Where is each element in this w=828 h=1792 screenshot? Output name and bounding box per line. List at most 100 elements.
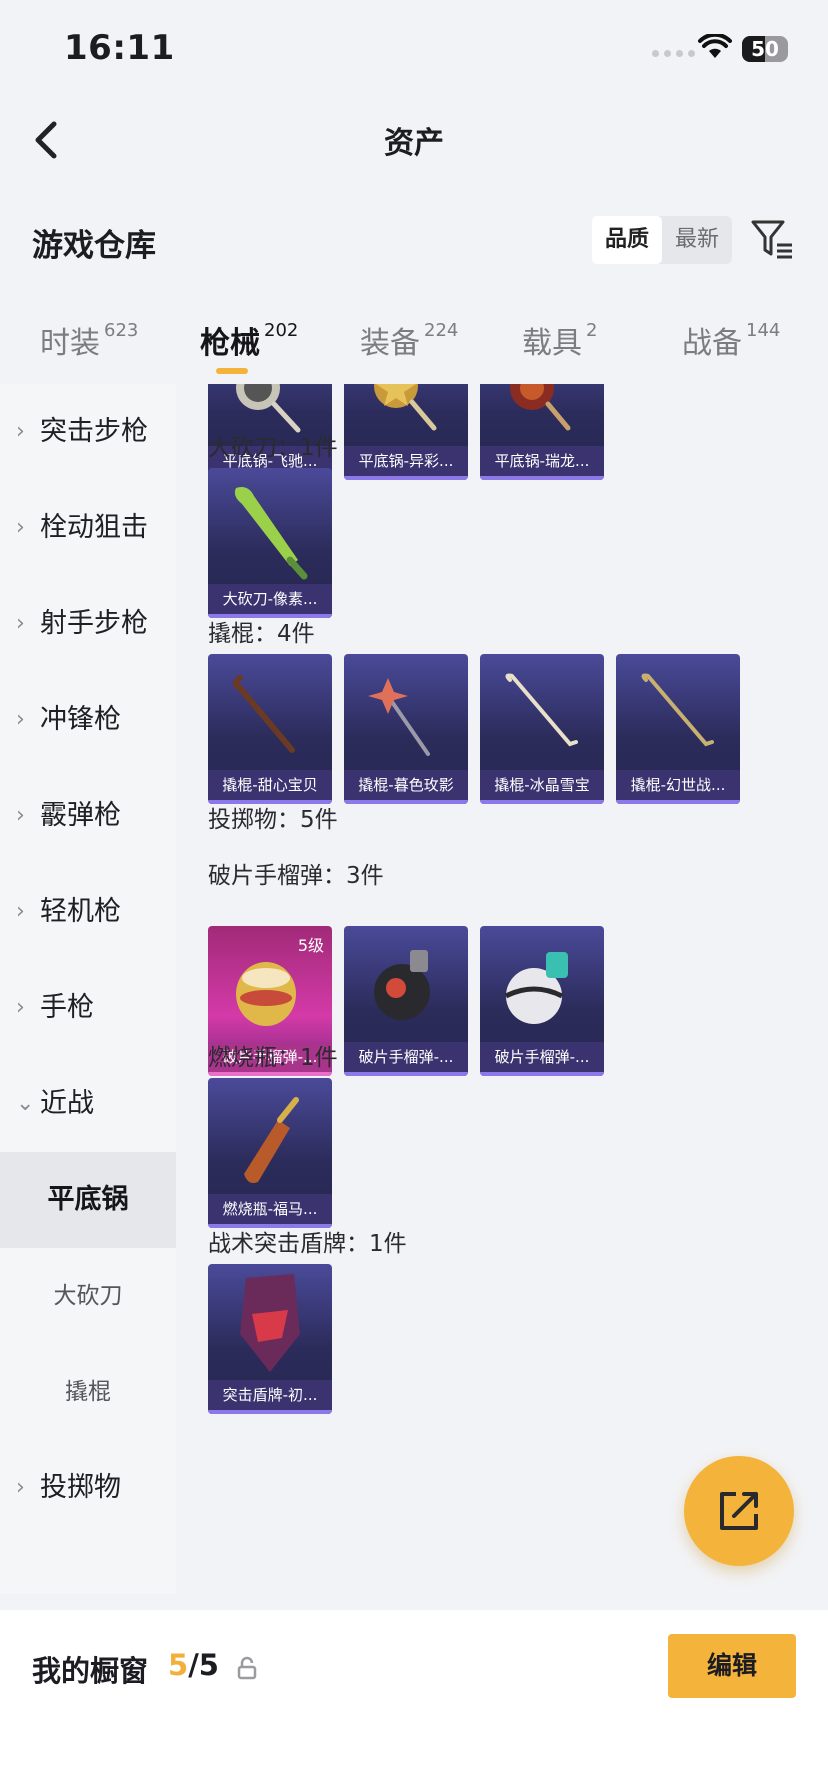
chevron-right-icon: › xyxy=(16,995,25,1020)
sort-toggle: 品质 最新 xyxy=(592,216,732,264)
sidebar-item-bolt-sniper[interactable]: › 栓动狙击 xyxy=(0,488,176,568)
tab-label: 战备 xyxy=(682,326,742,361)
chevron-right-icon: › xyxy=(16,707,25,732)
tab-label: 载具 xyxy=(522,326,582,361)
battery-level: 50 xyxy=(751,37,779,61)
item-card[interactable]: 撬棍-暮色玫影 xyxy=(344,654,468,804)
tab-firearms[interactable]: 枪械 202 xyxy=(200,318,298,362)
sidebar-item-marksman-rifle[interactable]: › 射手步枪 xyxy=(0,584,176,664)
chevron-right-icon: › xyxy=(16,1475,25,1500)
machete-icon xyxy=(234,487,308,580)
status-bar: 16:11 50 xyxy=(0,0,828,100)
item-card[interactable]: 撬棍-甜心宝贝 xyxy=(208,654,332,804)
sidebar-subitem-crowbar[interactable]: 撬棍 xyxy=(0,1352,176,1432)
tab-vehicles[interactable]: 载具 2 xyxy=(522,318,597,362)
sidebar-subitem-frying-pan[interactable]: 平底锅 xyxy=(0,1152,176,1248)
chevron-right-icon: › xyxy=(16,419,25,444)
share-button[interactable] xyxy=(684,1456,794,1566)
tab-equipment[interactable]: 装备 224 xyxy=(360,318,458,362)
showcase-count: 5/5 xyxy=(168,1648,219,1682)
sidebar-item-smg[interactable]: › 冲锋枪 xyxy=(0,680,176,760)
item-name: 破片手榴弹-... xyxy=(480,1042,604,1072)
item-level-badge: 5级 xyxy=(297,936,324,955)
rarity-bar xyxy=(480,800,604,804)
item-grid: 平底锅-飞驰... 平底锅-异彩... 平底锅-瑞龙... 大砍刀：1件 大砍刀… xyxy=(176,384,828,1594)
item-name: 突击盾牌-初... xyxy=(208,1380,332,1410)
sidebar-item-pistol[interactable]: › 手枪 xyxy=(0,968,176,1048)
sidebar-item-assault-rifle[interactable]: › 突击步枪 xyxy=(0,392,176,472)
crowbar-icon xyxy=(368,678,430,756)
tactical-shield-icon xyxy=(240,1274,300,1372)
item-name: 撬棍-暮色玫影 xyxy=(344,770,468,800)
molotov-icon xyxy=(244,1097,299,1183)
chevron-right-icon: › xyxy=(16,515,25,540)
showcase-current: 5 xyxy=(168,1648,189,1682)
item-card[interactable]: 破片手榴弹-... xyxy=(480,926,604,1076)
rarity-bar xyxy=(480,476,604,480)
rarity-bar xyxy=(344,476,468,480)
section-header-tactical-shield: 战术突击盾牌：1件 xyxy=(208,1231,407,1257)
showcase-bar: 我的橱窗 5/5 编辑 xyxy=(0,1610,828,1792)
frying-pan-icon xyxy=(374,384,437,431)
rarity-bar xyxy=(344,1072,468,1076)
nav-bar: 资产 xyxy=(0,100,828,180)
item-card[interactable]: 撬棍-冰晶雪宝 xyxy=(480,654,604,804)
tab-count: 224 xyxy=(424,320,459,341)
item-card[interactable]: 大砍刀-像素... xyxy=(208,468,332,618)
frag-grenade-icon xyxy=(504,952,568,1024)
tab-count: 202 xyxy=(264,320,299,341)
chevron-right-icon: › xyxy=(16,803,25,828)
item-name: 大砍刀-像素... xyxy=(208,584,332,614)
chevron-down-icon: ⌄ xyxy=(16,1091,35,1116)
section-header-frag-grenade: 破片手榴弹：3件 xyxy=(208,863,384,889)
page-title: 资产 xyxy=(384,126,444,161)
rarity-bar xyxy=(616,800,740,804)
chevron-right-icon: › xyxy=(16,611,25,636)
section-header-molotov: 燃烧瓶：1件 xyxy=(208,1045,338,1071)
chevron-right-icon: › xyxy=(16,899,25,924)
item-card[interactable]: 撬棍-幻世战... xyxy=(616,654,740,804)
filter-icon[interactable] xyxy=(750,218,794,262)
category-tabs: 时装 623 枪械 202 装备 224 载具 2 战备 144 xyxy=(0,300,828,380)
section-header-machete: 大砍刀：1件 xyxy=(208,435,338,461)
item-name: 平底锅-异彩... xyxy=(344,446,468,476)
item-card[interactable]: 平底锅-异彩... xyxy=(344,384,468,480)
status-time: 16:11 xyxy=(64,28,175,68)
frag-grenade-icon xyxy=(374,950,430,1020)
item-name: 撬棍-幻世战... xyxy=(616,770,740,800)
section-header-throwables: 投掷物：5件 xyxy=(208,807,338,833)
rarity-bar xyxy=(208,1410,332,1414)
frying-pan-icon xyxy=(510,384,571,431)
lock-icon xyxy=(237,1656,257,1680)
tab-count: 2 xyxy=(586,320,598,341)
sidebar-subitem-machete[interactable]: 大砍刀 xyxy=(0,1256,176,1336)
sort-newest-button[interactable]: 最新 xyxy=(662,216,732,264)
sidebar-item-lmg[interactable]: › 轻机枪 xyxy=(0,872,176,952)
sidebar-item-throwables[interactable]: › 投掷物 xyxy=(0,1448,176,1528)
item-card[interactable]: 突击盾牌-初... xyxy=(208,1264,332,1414)
share-icon xyxy=(720,1492,758,1530)
tab-fashion[interactable]: 时装 623 xyxy=(40,318,138,362)
item-name: 平底锅-瑞龙... xyxy=(480,446,604,476)
sidebar: › 突击步枪 › 栓动狙击 › 射手步枪 › 冲锋枪 › 霰弹枪 › 轻机枪 › 手枪 ⌄ 近战… xyxy=(0,384,176,1594)
tab-count: 144 xyxy=(746,320,781,341)
edit-button[interactable]: 编辑 xyxy=(668,1634,796,1698)
item-card[interactable]: 平底锅-瑞龙... xyxy=(480,384,604,480)
item-card[interactable]: 破片手榴弹-... xyxy=(344,926,468,1076)
cellular-signal-icon xyxy=(652,50,695,57)
tab-label: 时装 xyxy=(40,326,100,361)
rarity-bar xyxy=(344,800,468,804)
item-name: 燃烧瓶-福马... xyxy=(208,1194,332,1224)
item-card[interactable]: 燃烧瓶-福马... xyxy=(208,1078,332,1228)
tab-label: 枪械 xyxy=(200,326,260,361)
item-name: 撬棍-冰晶雪宝 xyxy=(480,770,604,800)
sidebar-item-melee[interactable]: ⌄ 近战 xyxy=(0,1064,176,1144)
showcase-total: /5 xyxy=(188,1648,219,1682)
rarity-bar xyxy=(480,1072,604,1076)
tab-tactical[interactable]: 战备 144 xyxy=(682,318,780,362)
crowbar-icon xyxy=(505,673,578,747)
crowbar-icon xyxy=(641,673,714,747)
warehouse-title: 游戏仓库 xyxy=(32,228,156,264)
sort-quality-button[interactable]: 品质 xyxy=(592,216,662,264)
sidebar-item-shotgun[interactable]: › 霰弹枪 xyxy=(0,776,176,856)
